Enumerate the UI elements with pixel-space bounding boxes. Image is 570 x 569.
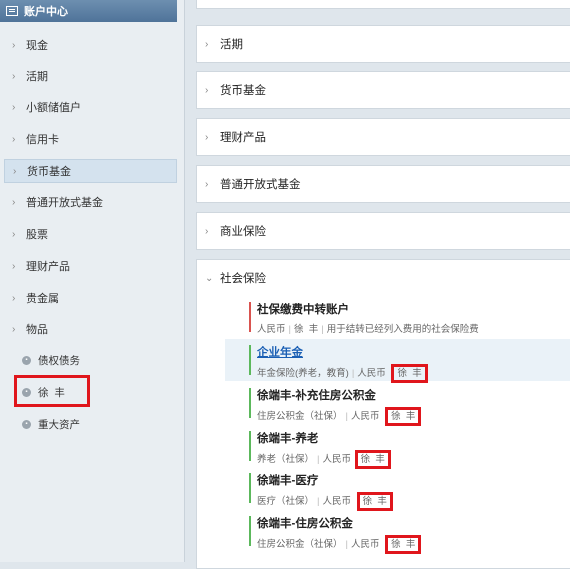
panel-money-fund[interactable]: › 货币基金 [196, 71, 570, 109]
sidebar-item-wealth-products[interactable]: › 理财产品 [4, 254, 177, 278]
panel-title: 社会保险 [220, 273, 266, 285]
chevron-right-icon: › [205, 225, 209, 237]
sidebar-subitem-label: 债权债务 [38, 354, 80, 367]
panel-partial [196, 0, 570, 9]
account-name: 社保缴费中转账户 [257, 304, 349, 316]
sidebar-subitem-debt[interactable]: ▪ 债权债务 [22, 349, 172, 371]
account-meta: 住房公积金（社保） | 人民币 徐 丰 [257, 535, 570, 554]
account-name-link[interactable]: 企业年金 [257, 344, 570, 360]
chevron-right-icon: › [205, 178, 209, 190]
status-bar [249, 473, 251, 503]
chevron-right-icon: › [205, 38, 209, 50]
chevron-down-icon: ⌄ [205, 272, 214, 284]
panel-social-insurance: ⌄ 社会保险 社保缴费中转账户 人民币 | 徐 丰 | 用于结转已经列入费用的社会保险费… [196, 259, 570, 569]
account-row[interactable]: 徐端丰-医疗 医疗（社保） | 人民币 徐 丰 [225, 467, 570, 511]
sidebar-item-label: 货币基金 [27, 166, 71, 178]
chevron-right-icon: › [205, 84, 209, 96]
chevron-right-icon: › [12, 260, 16, 272]
account-meta: 医疗（社保） | 人民币 徐 丰 [257, 492, 570, 511]
chevron-right-icon: › [205, 131, 209, 143]
status-bar [249, 302, 251, 332]
sidebar-item-cash[interactable]: › 现金 [4, 33, 177, 57]
panel-social-insurance-header[interactable]: ⌄ 社会保险 [197, 260, 570, 296]
status-bar [249, 516, 251, 546]
account-row[interactable]: 徐端丰-补充住房公积金 住房公积金（社保） | 人民币 徐 丰 [225, 382, 570, 426]
chevron-right-icon: › [12, 323, 16, 335]
owner-highlight: 徐 丰 [356, 492, 393, 511]
chevron-right-icon: › [12, 228, 16, 240]
sidebar-item-demand-deposit[interactable]: › 活期 [4, 64, 177, 88]
account-meta: 年金保险(养老，教育) | 人民币 徐 丰 [257, 364, 570, 383]
sidebar-item-label: 小额储值户 [26, 102, 81, 114]
sidebar-item-money-fund[interactable]: › 货币基金 [4, 159, 177, 183]
chevron-right-icon: › [13, 165, 17, 177]
panel-wealth-products[interactable]: › 理财产品 [196, 118, 570, 156]
sidebar-subitem-label: 重大资产 [38, 418, 80, 431]
account-meta: 人民币 | 徐 丰 | 用于结转已经列入费用的社会保险费 [257, 324, 479, 335]
sidebar-item-label: 信用卡 [26, 134, 59, 146]
owner-highlight: 徐 丰 [391, 364, 428, 383]
sidebar-item-precious-metals[interactable]: › 贵金属 [4, 286, 177, 310]
account-name: 徐端丰-医疗 [257, 475, 319, 487]
main-content: › 活期 › 货币基金 › 理财产品 › 普通开放式基金 › 商业保险 ⌄ 社会… [196, 0, 570, 569]
sidebar-item-label: 贵金属 [26, 293, 59, 305]
chevron-right-icon: › [12, 39, 16, 51]
panel-title: 理财产品 [220, 132, 266, 144]
panel-title: 商业保险 [220, 226, 266, 238]
sidebar-item-label: 现金 [26, 40, 48, 52]
chevron-right-icon: › [12, 292, 16, 304]
sidebar-item-open-fund[interactable]: › 普通开放式基金 [4, 190, 177, 214]
sidebar-item-goods[interactable]: › 物品 [4, 317, 177, 341]
account-row[interactable]: 徐端丰-住房公积金 住房公积金（社保） | 人民币 徐 丰 [225, 510, 570, 554]
chevron-right-icon: › [12, 196, 16, 208]
panel-title: 活期 [220, 39, 243, 51]
panel-commercial-insurance[interactable]: › 商业保险 [196, 212, 570, 250]
sidebar-item-label: 理财产品 [26, 261, 70, 273]
owner-highlight: 徐 丰 [385, 407, 422, 426]
sidebar-item-label: 股票 [26, 229, 48, 241]
status-bar [249, 431, 251, 461]
panel-title: 普通开放式基金 [220, 179, 301, 191]
account-name: 徐端丰-补充住房公积金 [257, 390, 376, 402]
account-center-icon [6, 6, 18, 16]
chevron-right-icon: › [12, 101, 16, 113]
sidebar-header[interactable]: 账户中心 [0, 0, 177, 22]
panel-title: 货币基金 [220, 85, 266, 97]
account-row[interactable]: 社保缴费中转账户 人民币 | 徐 丰 | 用于结转已经列入费用的社会保险费 [225, 296, 570, 338]
sidebar: 账户中心 › 现金 › 活期 › 小额储值户 › 信用卡 › 货币基金 › 普通… [0, 0, 185, 562]
highlight-box [14, 375, 90, 407]
sidebar-item-credit-card[interactable]: › 信用卡 [4, 127, 177, 151]
status-bar [249, 388, 251, 418]
sidebar-item-label: 普通开放式基金 [26, 197, 103, 209]
account-name: 徐端丰-养老 [257, 433, 319, 445]
debt-icon: ▪ [22, 355, 31, 365]
app: 账户中心 › 现金 › 活期 › 小额储值户 › 信用卡 › 货币基金 › 普通… [0, 0, 570, 569]
sidebar-item-label: 活期 [26, 71, 48, 83]
sidebar-item-stored-value[interactable]: › 小额储值户 [4, 95, 177, 119]
owner-highlight: 徐 丰 [385, 535, 422, 554]
account-row[interactable]: 徐端丰-养老 养老（社保） | 人民币 徐 丰 [225, 425, 570, 469]
account-meta: 住房公积金（社保） | 人民币 徐 丰 [257, 407, 570, 426]
panel-open-fund[interactable]: › 普通开放式基金 [196, 165, 570, 203]
sidebar-item-stocks[interactable]: › 股票 [4, 222, 177, 246]
status-bar [249, 345, 251, 375]
panel-demand-deposit[interactable]: › 活期 [196, 25, 570, 63]
sidebar-item-label: 物品 [26, 324, 48, 336]
account-row[interactable]: 企业年金 年金保险(养老，教育) | 人民币 徐 丰 [225, 339, 570, 383]
account-name: 徐端丰-住房公积金 [257, 518, 353, 530]
chevron-right-icon: › [12, 70, 16, 82]
sidebar-subitem-major-assets[interactable]: ▪ 重大资产 [22, 413, 172, 435]
sidebar-title: 账户中心 [24, 6, 68, 18]
asset-icon: ▪ [22, 419, 31, 429]
chevron-right-icon: › [12, 133, 16, 145]
